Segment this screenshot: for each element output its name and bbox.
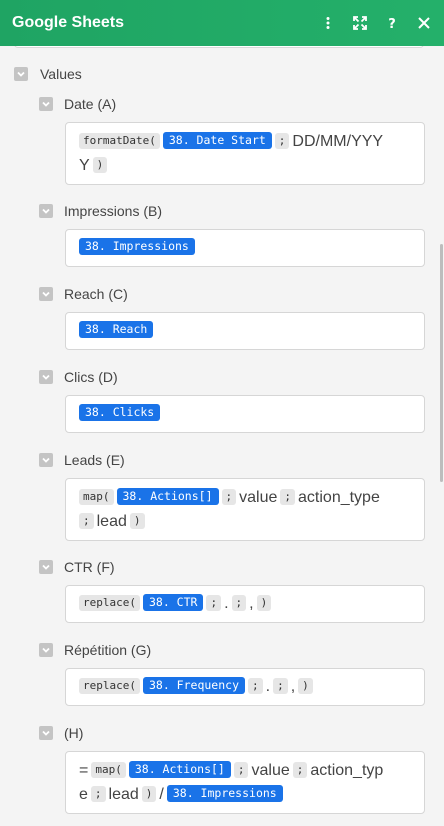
field-label: Impressions (B)	[64, 203, 163, 219]
help-icon[interactable]: ?	[384, 15, 400, 31]
module-body: Values Date (A) formatDate(38. Date Start…	[0, 46, 444, 826]
mapping-field: Clics (D) 38. Clicks	[39, 369, 425, 433]
field-input[interactable]: 38. Impressions	[65, 229, 425, 267]
header-actions: ?	[320, 15, 432, 31]
literal-text: lead	[96, 513, 127, 530]
literal-text: =	[79, 762, 89, 779]
field-checkbox[interactable]	[39, 204, 53, 218]
field-input[interactable]: 38. Reach	[65, 312, 425, 350]
previous-field-box[interactable]	[14, 46, 424, 48]
function-token[interactable]: replace(	[79, 678, 140, 694]
module-title: Google Sheets	[12, 14, 125, 31]
variable-token[interactable]: 38. Frequency	[142, 677, 245, 694]
literal-text: ,	[290, 678, 296, 695]
literal-text: /	[159, 786, 164, 803]
variable-token[interactable]: 38. Reach	[79, 321, 154, 338]
field-label: Répétition (G)	[64, 642, 152, 658]
mapping-field: CTR (F) replace(38. CTR;.;,)	[39, 559, 425, 623]
mapping-field: Leads (E) map(38. Actions[]; value; action_…	[39, 452, 425, 541]
field-checkbox[interactable]	[39, 370, 53, 384]
separator-token[interactable]: )	[129, 513, 145, 529]
literal-text: Y	[79, 157, 90, 174]
literal-text: .	[265, 678, 271, 695]
field-label: (H)	[64, 725, 84, 741]
field-label: CTR (F)	[64, 559, 115, 575]
field-input[interactable]: = map(38. Actions[]; value; action_typ e; lea…	[65, 751, 425, 814]
field-checkbox[interactable]	[39, 453, 53, 467]
function-token[interactable]: map(	[91, 762, 126, 778]
values-checkbox[interactable]	[14, 67, 28, 81]
more-vertical-icon[interactable]	[320, 15, 336, 31]
field-input[interactable]: 38. Clicks	[65, 395, 425, 433]
field-header: (H)	[39, 725, 425, 741]
mapping-field: Date (A) formatDate(38. Date Start; DD/MM/…	[39, 96, 425, 185]
separator-token[interactable]: ;	[231, 595, 247, 611]
values-group-header: Values	[14, 66, 82, 82]
field-label: Reach (C)	[64, 286, 128, 302]
literal-text: action_type	[298, 489, 380, 506]
separator-token[interactable]: ;	[90, 786, 106, 802]
values-label: Values	[40, 66, 82, 82]
field-label: Date (A)	[64, 96, 117, 112]
field-input[interactable]: map(38. Actions[]; value; action_type; lead…	[65, 478, 425, 541]
field-header: Répétition (G)	[39, 642, 425, 658]
separator-token[interactable]: ;	[233, 762, 249, 778]
literal-text: .	[224, 595, 229, 612]
literal-text: value	[239, 489, 278, 506]
field-header: Reach (C)	[39, 286, 425, 302]
field-input[interactable]: replace(38. CTR;.;,)	[65, 585, 425, 623]
expand-icon[interactable]	[352, 15, 368, 31]
field-input[interactable]: formatDate(38. Date Start; DD/MM/YYY Y)	[65, 122, 425, 185]
literal-text: action_typ	[310, 762, 384, 779]
separator-token[interactable]: ;	[248, 678, 263, 694]
literal-text: e	[79, 786, 88, 803]
mapping-field: Reach (C) 38. Reach	[39, 286, 425, 350]
field-header: Clics (D)	[39, 369, 425, 385]
variable-token[interactable]: 38. Impressions	[166, 785, 283, 802]
variable-token[interactable]: 38. Impressions	[79, 238, 195, 255]
mapping-field: (H) = map(38. Actions[]; value; action_typ e;…	[39, 725, 425, 814]
literal-text: ,	[249, 595, 254, 612]
separator-token[interactable]: ;	[206, 595, 222, 611]
field-checkbox[interactable]	[39, 560, 53, 574]
separator-token[interactable]: )	[141, 786, 157, 802]
field-header: Date (A)	[39, 96, 425, 112]
separator-token[interactable]: ;	[292, 762, 308, 778]
variable-token[interactable]: 38. Date Start	[162, 132, 272, 149]
mapping-field: Répétition (G) replace(38. Frequency;.;,)	[39, 642, 425, 706]
literal-text: lead	[108, 786, 139, 803]
variable-token[interactable]: 38. Actions[]	[116, 488, 219, 505]
separator-token[interactable]: ;	[273, 678, 288, 694]
separator-token[interactable]: )	[256, 595, 272, 611]
variable-token[interactable]: 38. Clicks	[79, 404, 161, 421]
separator-token[interactable]: ;	[221, 489, 237, 505]
field-header: Impressions (B)	[39, 203, 425, 219]
scrollbar[interactable]	[440, 244, 443, 482]
separator-token[interactable]: ;	[79, 513, 94, 529]
field-input[interactable]: replace(38. Frequency;.;,)	[65, 668, 425, 706]
field-label: Leads (E)	[64, 452, 125, 468]
variable-token[interactable]: 38. CTR	[142, 594, 204, 611]
field-checkbox[interactable]	[39, 287, 53, 301]
field-header: Leads (E)	[39, 452, 425, 468]
mapping-field: Impressions (B) 38. Impressions	[39, 203, 425, 267]
separator-token[interactable]: ;	[280, 489, 296, 505]
literal-text: value	[251, 762, 290, 779]
field-checkbox[interactable]	[39, 643, 53, 657]
separator-token[interactable]: )	[298, 678, 313, 694]
separator-token[interactable]: ;	[274, 133, 290, 149]
field-checkbox[interactable]	[39, 97, 53, 111]
field-header: CTR (F)	[39, 559, 425, 575]
function-token[interactable]: replace(	[79, 595, 140, 611]
separator-token[interactable]: )	[92, 157, 108, 173]
svg-text:?: ?	[388, 17, 396, 30]
function-token[interactable]: map(	[79, 489, 114, 505]
literal-text: DD/MM/YYY	[292, 133, 384, 150]
module-header: Google Sheets ?	[0, 0, 444, 46]
function-token[interactable]: formatDate(	[79, 133, 160, 149]
close-icon[interactable]	[416, 15, 432, 31]
variable-token[interactable]: 38. Actions[]	[128, 761, 231, 778]
field-label: Clics (D)	[64, 369, 118, 385]
field-checkbox[interactable]	[39, 726, 53, 740]
